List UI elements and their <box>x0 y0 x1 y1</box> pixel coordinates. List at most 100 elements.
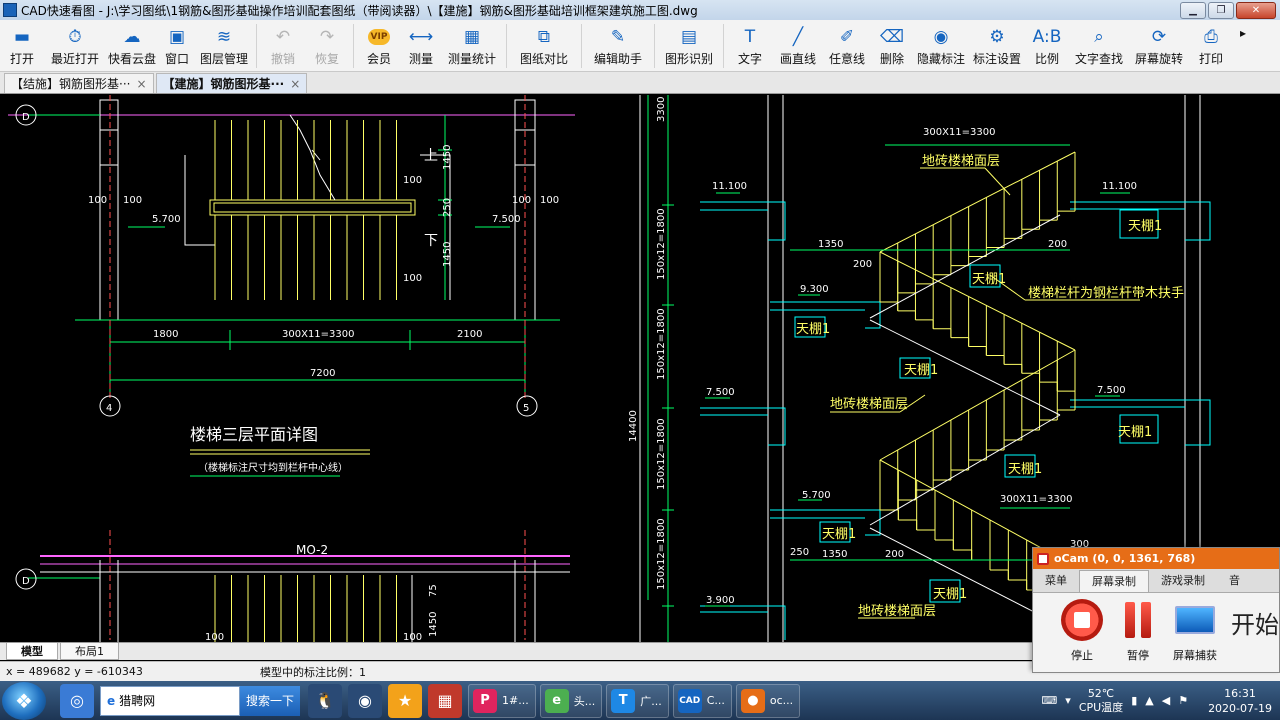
sec-dim-200: 200 <box>885 549 904 560</box>
taskbar-folder-icon[interactable]: ★ <box>388 683 422 718</box>
volume-icon[interactable]: ◀ <box>1162 694 1170 707</box>
ocam-tab-audio[interactable]: 音 <box>1217 570 1252 592</box>
finish-note: 地砖楼梯面层 <box>858 604 936 619</box>
start-button[interactable]: ❖ <box>2 681 46 720</box>
battery-icon[interactable]: ▮ <box>1131 694 1137 707</box>
sec-dim-3300-v: 3300 <box>656 97 667 122</box>
axis-label-d-lower: D <box>22 576 30 587</box>
close-button[interactable]: ✕ <box>1236 1 1276 19</box>
toolbar-icon: ⌫ <box>879 27 905 47</box>
toolbar-10-button[interactable]: ▦ 测量统计 <box>442 20 502 72</box>
ceiling-label: 天棚1 <box>904 363 938 378</box>
toolbar-12-button[interactable]: ✎ 编辑助手 <box>586 20 650 72</box>
ocam-stop-button[interactable]: 停止 <box>1061 599 1103 663</box>
browser-search-input[interactable]: e 猎聘网 <box>100 685 240 716</box>
monitor-icon <box>1174 599 1216 641</box>
system-tray: ⌨ ▾ 52℃ CPU温度 ▮ ▲ ◀ ⚑ 16:31 2020-07-19 <box>1041 686 1280 716</box>
cad-icon: CAD <box>677 688 702 713</box>
tab-close-icon[interactable]: × <box>290 77 300 91</box>
taskbar-item-guanggao[interactable]: T 广... <box>606 683 669 718</box>
clock[interactable]: 16:31 2020-07-19 <box>1208 686 1272 716</box>
toolbar-14-button[interactable]: T 文字 <box>728 20 772 72</box>
ceiling-label: 天棚1 <box>796 322 830 337</box>
ocam-tab-screen-record[interactable]: 屏幕录制 <box>1079 570 1149 592</box>
toolbar-1-button[interactable]: ▬ 打开 <box>0 20 44 72</box>
search-button[interactable]: 搜索一下 <box>240 685 300 716</box>
ocam-pause-button[interactable]: 暂停 <box>1117 599 1159 663</box>
finish-note: 地砖楼梯面层 <box>830 397 908 412</box>
toolbar-20-button[interactable]: A:B 比例 <box>1026 20 1068 72</box>
dim-250: 250 <box>442 198 453 217</box>
ocam-menu-main[interactable]: 菜单 <box>1033 570 1079 592</box>
dim-100: 100 <box>403 632 422 642</box>
toolbar-8-button[interactable]: VIP 会员 <box>358 20 400 72</box>
tab-structure-drawing[interactable]: 【结施】钢筋图形基··· × <box>4 73 154 93</box>
railing-note: 楼梯栏杆为钢栏杆带木扶手 <box>1028 286 1184 301</box>
lower-treads <box>214 575 397 642</box>
taskbar-item-toutiao[interactable]: e 头... <box>539 683 603 718</box>
toolbar-23-button[interactable]: ⎙ 打印 <box>1188 20 1234 72</box>
toolbar-17-button[interactable]: ⌫ 删除 <box>870 20 914 72</box>
toolbar-13-button[interactable]: ▤ 图形识别 <box>659 20 719 72</box>
tab-architecture-drawing[interactable]: 【建施】钢筋图形基··· × <box>155 73 308 93</box>
toolbar-label: 打印 <box>1198 52 1223 66</box>
document-tabs: 【结施】钢筋图形基··· × 【建施】钢筋图形基··· × <box>0 72 1280 94</box>
ceiling-label: 天棚1 <box>1128 219 1162 234</box>
axis-label-5: 5 <box>523 403 529 414</box>
toolbar-16-button[interactable]: ✐ 任意线 <box>824 20 870 72</box>
ocam-capture-button[interactable]: 屏幕捕获 <box>1173 599 1217 663</box>
toolbar-2-button[interactable]: ⏱ 最近打开 <box>44 20 106 72</box>
maximize-button[interactable]: ❐ <box>1208 1 1234 19</box>
ceiling-label: 天棚1 <box>822 527 856 542</box>
tab-layout1[interactable]: 布局1 <box>60 643 119 660</box>
network-icon[interactable]: ▲ <box>1145 694 1153 707</box>
drawing-line <box>869 214 1061 319</box>
sec-dim-200: 200 <box>1048 239 1067 250</box>
browser-search-text: 猎聘网 <box>119 694 156 708</box>
taskbar-office-icon[interactable]: ▦ <box>428 683 462 718</box>
ocam-start-label[interactable]: 开始 <box>1231 605 1279 663</box>
taskbar-item-cad[interactable]: CAD C... <box>672 683 732 718</box>
stair-plan <box>8 99 575 320</box>
toolbar-4-button[interactable]: ▣ 窗口 <box>158 20 196 72</box>
cpu-temperature[interactable]: 52℃ CPU温度 <box>1079 687 1123 715</box>
sec-elev-7500: 7.500 <box>1097 385 1126 396</box>
toolbar-18-button[interactable]: ◉ 隐藏标注 <box>914 20 968 72</box>
toolbar-7-button[interactable]: ↷ 恢复 <box>305 20 349 72</box>
pause-icon <box>1117 599 1159 641</box>
toolbar-overflow-button[interactable]: ▸ <box>1234 20 1252 72</box>
tray-chevron-icon[interactable]: ▾ <box>1065 694 1071 707</box>
ocam-title: oCam (0, 0, 1361, 768) <box>1054 552 1196 565</box>
ocam-tab-game-record[interactable]: 游戏录制 <box>1149 570 1217 592</box>
toolbar-15-button[interactable]: ╱ 画直线 <box>772 20 824 72</box>
toolbar-21-button[interactable]: ⌕ 文字查找 <box>1068 20 1130 72</box>
taskbar-app-icon[interactable]: ◉ <box>348 683 382 718</box>
toolbar-icon: A:B <box>1032 27 1062 47</box>
keyboard-icon[interactable]: ⌨ <box>1041 694 1057 707</box>
sec-dim-3300: 300X11=3300 <box>1000 494 1073 505</box>
toolbar-6-button[interactable]: ↶ 撤销 <box>261 20 305 72</box>
dim-100: 100 <box>205 632 224 642</box>
taskbar-360-icon[interactable]: ◎ <box>60 683 94 718</box>
tab-close-icon[interactable]: × <box>136 77 146 91</box>
toolbar-icon: ✎ <box>610 27 626 47</box>
flag-icon[interactable]: ⚑ <box>1178 694 1188 707</box>
toolbar-3-button[interactable]: ☁ 快看云盘 <box>106 20 158 72</box>
toolbar-5-button[interactable]: ≋ 图层管理 <box>196 20 252 72</box>
toolbar-label: 图层管理 <box>199 52 248 66</box>
minimize-button[interactable]: ▁ <box>1180 1 1206 19</box>
toolbar-22-button[interactable]: ⟳ 屏幕旋转 <box>1130 20 1188 72</box>
toolbar-icon: ⌕ <box>1094 27 1104 47</box>
toolbar-11-button[interactable]: ⧉ 图纸对比 <box>511 20 577 72</box>
clock-time: 16:31 <box>1224 686 1256 700</box>
toolbar-9-button[interactable]: ⟷ 测量 <box>400 20 442 72</box>
toolbar-19-button[interactable]: ⚙ 标注设置 <box>968 20 1026 72</box>
ocam-title-bar[interactable]: oCam (0, 0, 1361, 768) <box>1033 548 1279 569</box>
toolbar-label: 会员 <box>366 52 391 66</box>
window-title: CAD快速看图 - J:\学习图纸\1钢筋&图形基础操作培训配套图纸（带阅读器）… <box>21 3 698 18</box>
taskbar-qq-icon[interactable]: 🐧 <box>308 683 342 718</box>
taskbar-item-ocam[interactable]: ● oc... <box>735 683 801 718</box>
tab-model[interactable]: 模型 <box>6 643 58 660</box>
taskbar-item-pdf[interactable]: P 1#... <box>468 683 536 718</box>
app-window: CAD快速看图 - J:\学习图纸\1钢筋&图形基础操作培训配套图纸（带阅读器）… <box>0 0 1280 720</box>
